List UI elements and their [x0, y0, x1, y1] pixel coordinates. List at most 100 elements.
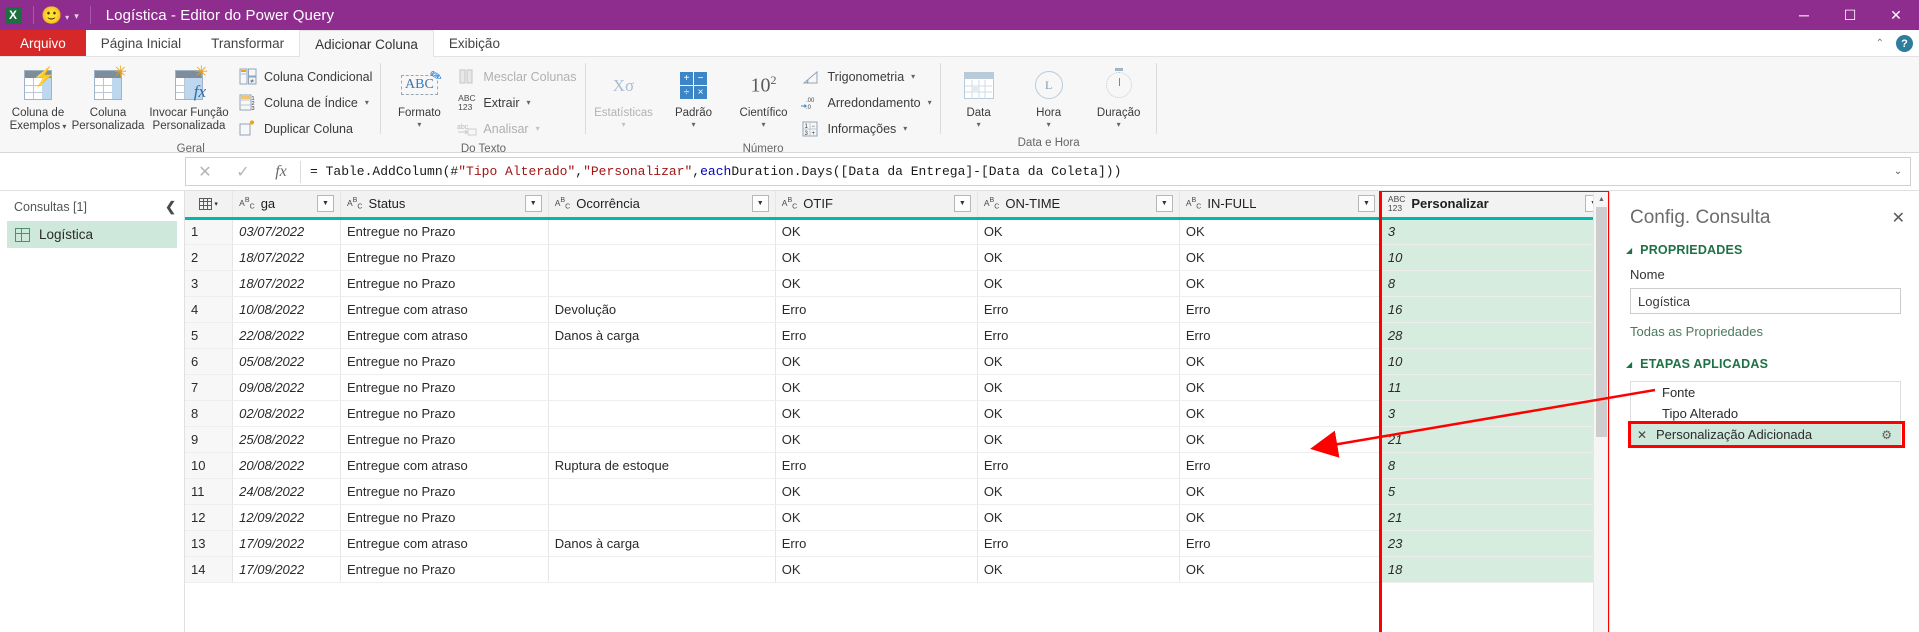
estatisticas-button[interactable]: Χσ Estatísticas ▾ — [589, 62, 659, 129]
cell-status[interactable]: Entregue no Prazo — [340, 556, 549, 583]
cell-ga[interactable]: 17/09/2022 — [232, 530, 341, 557]
table-row[interactable]: 4 10/08/2022 Entregue com atraso Devolução E… — [185, 296, 1609, 323]
column-header-ga[interactable]: ABC ga ▼ — [232, 191, 341, 220]
cell-otif[interactable]: Erro — [775, 322, 978, 349]
cell-on-time[interactable]: OK — [977, 478, 1180, 505]
applied-steps-section-header[interactable]: ◢ ETAPAS APLICADAS — [1610, 345, 1919, 377]
chevron-down-icon[interactable]: ▾ — [740, 120, 788, 129]
cell-personalizar[interactable]: 16 — [1381, 296, 1609, 323]
cell-on-time[interactable]: OK — [977, 218, 1180, 245]
cell-in-full[interactable]: OK — [1179, 556, 1382, 583]
help-icon[interactable]: ? — [1896, 35, 1913, 52]
cell-in-full[interactable]: OK — [1179, 426, 1382, 453]
cell-status[interactable]: Entregue no Prazo — [340, 478, 549, 505]
column-header-status[interactable]: ABC Status ▼ — [340, 191, 549, 220]
table-row[interactable]: 10 20/08/2022 Entregue com atraso Ruptura d… — [185, 452, 1609, 479]
cell-otif[interactable]: OK — [775, 348, 978, 375]
chevron-down-icon[interactable]: ▾ — [536, 124, 540, 133]
cell-status[interactable]: Entregue com atraso — [340, 452, 549, 479]
cell-on-time[interactable]: Erro — [977, 530, 1180, 557]
cell-status[interactable]: Entregue no Prazo — [340, 218, 549, 245]
cell-ga[interactable]: 17/09/2022 — [232, 556, 341, 583]
chevron-down-icon[interactable]: ▾ — [1097, 120, 1140, 129]
cell-on-time[interactable]: Erro — [977, 452, 1180, 479]
cell-on-time[interactable]: OK — [977, 426, 1180, 453]
cell-ga[interactable]: 24/08/2022 — [232, 478, 341, 505]
formula-expand-chevron-down-icon[interactable]: ⌄ — [1886, 166, 1910, 177]
cell-otif[interactable]: OK — [775, 556, 978, 583]
name-input[interactable]: Logística — [1630, 288, 1901, 314]
select-all-icon[interactable]: ▾ — [185, 191, 234, 220]
cell-ga[interactable]: 02/08/2022 — [232, 400, 341, 427]
tab-adicionar-coluna[interactable]: Adicionar Coluna — [299, 30, 434, 57]
cell-personalizar[interactable]: 23 — [1381, 530, 1609, 557]
mesclar-colunas-button[interactable]: Mesclar Colunas — [454, 64, 582, 89]
cell-ocorrencia[interactable] — [548, 218, 776, 245]
column-header-personalizar[interactable]: ABC123 Personalizar ▼ — [1381, 191, 1609, 220]
qat-customize-icon[interactable]: ▾ — [74, 11, 79, 22]
cancel-x-icon[interactable]: ✕ — [186, 158, 224, 185]
cell-ga[interactable]: 22/08/2022 — [232, 322, 341, 349]
table-row[interactable]: 7 09/08/2022 Entregue no Prazo OK OK OK 11 — [185, 374, 1609, 401]
cell-otif[interactable]: OK — [775, 218, 978, 245]
cell-personalizar[interactable]: 8 — [1381, 270, 1609, 297]
coluna-de-exemplos-button[interactable]: ⚡ Coluna de Exemplos ▾ — [3, 62, 73, 133]
cell-otif[interactable]: Erro — [775, 296, 978, 323]
all-properties-link[interactable]: Todas as Propriedades — [1610, 314, 1919, 345]
chevron-down-icon[interactable]: ◢ — [1626, 360, 1632, 369]
table-row[interactable]: 11 24/08/2022 Entregue no Prazo OK OK OK 5 — [185, 478, 1609, 505]
cell-ocorrencia[interactable] — [548, 426, 776, 453]
cell-personalizar[interactable]: 10 — [1381, 244, 1609, 271]
cell-ocorrencia[interactable] — [548, 244, 776, 271]
filter-dropdown-on-time[interactable]: ▼ — [1155, 195, 1173, 213]
chevron-down-icon[interactable]: ◢ — [1626, 246, 1632, 255]
cell-ocorrencia[interactable] — [548, 400, 776, 427]
cell-status[interactable]: Entregue no Prazo — [340, 504, 549, 531]
cell-ocorrencia[interactable] — [548, 374, 776, 401]
coluna-condicional-button[interactable]: ≠ Coluna Condicional — [235, 64, 378, 89]
table-row[interactable]: 5 22/08/2022 Entregue com atraso Danos à ca… — [185, 322, 1609, 349]
cell-ga[interactable]: 09/08/2022 — [232, 374, 341, 401]
filter-dropdown-ocorrencia[interactable]: ▼ — [751, 195, 769, 213]
cell-ga[interactable]: 20/08/2022 — [232, 452, 341, 479]
cell-in-full[interactable]: OK — [1179, 478, 1382, 505]
cell-in-full[interactable]: OK — [1179, 374, 1382, 401]
column-header-on-time[interactable]: ABC ON-TIME ▼ — [977, 191, 1180, 220]
cell-on-time[interactable]: OK — [977, 556, 1180, 583]
cell-on-time[interactable]: Erro — [977, 322, 1180, 349]
cell-ocorrencia[interactable]: Danos à carga — [548, 322, 776, 349]
chevron-down-icon[interactable]: ▾ — [928, 98, 932, 107]
cell-status[interactable]: Entregue no Prazo — [340, 244, 549, 271]
vertical-scrollbar[interactable]: ▲ — [1593, 191, 1609, 632]
column-header-otif[interactable]: ABC OTIF ▼ — [775, 191, 978, 220]
chevron-down-icon[interactable]: ▾ — [398, 120, 441, 129]
delete-step-icon[interactable]: ✕ — [1637, 428, 1650, 442]
cell-status[interactable]: Entregue no Prazo — [340, 374, 549, 401]
minimize-button[interactable]: ─ — [1781, 0, 1827, 30]
formula-bar[interactable]: ✕ ✓ fx = Table.AddColumn(# "Tipo Alterado… — [185, 157, 1911, 186]
applied-step-personalizacao-adicionada[interactable]: ✕ Personalização Adicionada ⚙ — [1631, 424, 1900, 445]
table-row[interactable]: 9 25/08/2022 Entregue no Prazo OK OK OK 21 — [185, 426, 1609, 453]
table-row[interactable]: 6 05/08/2022 Entregue no Prazo OK OK OK 10 — [185, 348, 1609, 375]
fx-icon[interactable]: fx — [262, 158, 300, 185]
tab-arquivo[interactable]: Arquivo — [0, 30, 86, 56]
cell-ga[interactable]: 12/09/2022 — [232, 504, 341, 531]
table-row[interactable]: 8 02/08/2022 Entregue no Prazo OK OK OK 3 — [185, 400, 1609, 427]
cell-status[interactable]: Entregue com atraso — [340, 322, 549, 349]
cell-otif[interactable]: OK — [775, 400, 978, 427]
cell-on-time[interactable]: OK — [977, 374, 1180, 401]
scroll-up-icon[interactable]: ▲ — [1594, 191, 1609, 207]
cell-ga[interactable]: 18/07/2022 — [232, 244, 341, 271]
chevron-left-icon[interactable]: ❮ — [165, 199, 176, 215]
chevron-down-icon[interactable]: ▾ — [365, 98, 369, 107]
close-icon[interactable]: ✕ — [1892, 208, 1905, 228]
padrao-button[interactable]: + − ÷ × Padrão ▾ — [659, 62, 729, 129]
cell-on-time[interactable]: OK — [977, 400, 1180, 427]
column-header-ocorrencia[interactable]: ABC Ocorrência ▼ — [548, 191, 776, 220]
filter-dropdown-otif[interactable]: ▼ — [953, 195, 971, 213]
cell-ocorrencia[interactable]: Ruptura de estoque — [548, 452, 776, 479]
formato-button[interactable]: ABC ✎ Formato ▾ — [384, 62, 454, 129]
cell-on-time[interactable]: OK — [977, 270, 1180, 297]
cientifico-button[interactable]: 102 Científico ▾ — [729, 62, 799, 129]
table-row[interactable]: 1 03/07/2022 Entregue no Prazo OK OK OK 3 — [185, 218, 1609, 245]
